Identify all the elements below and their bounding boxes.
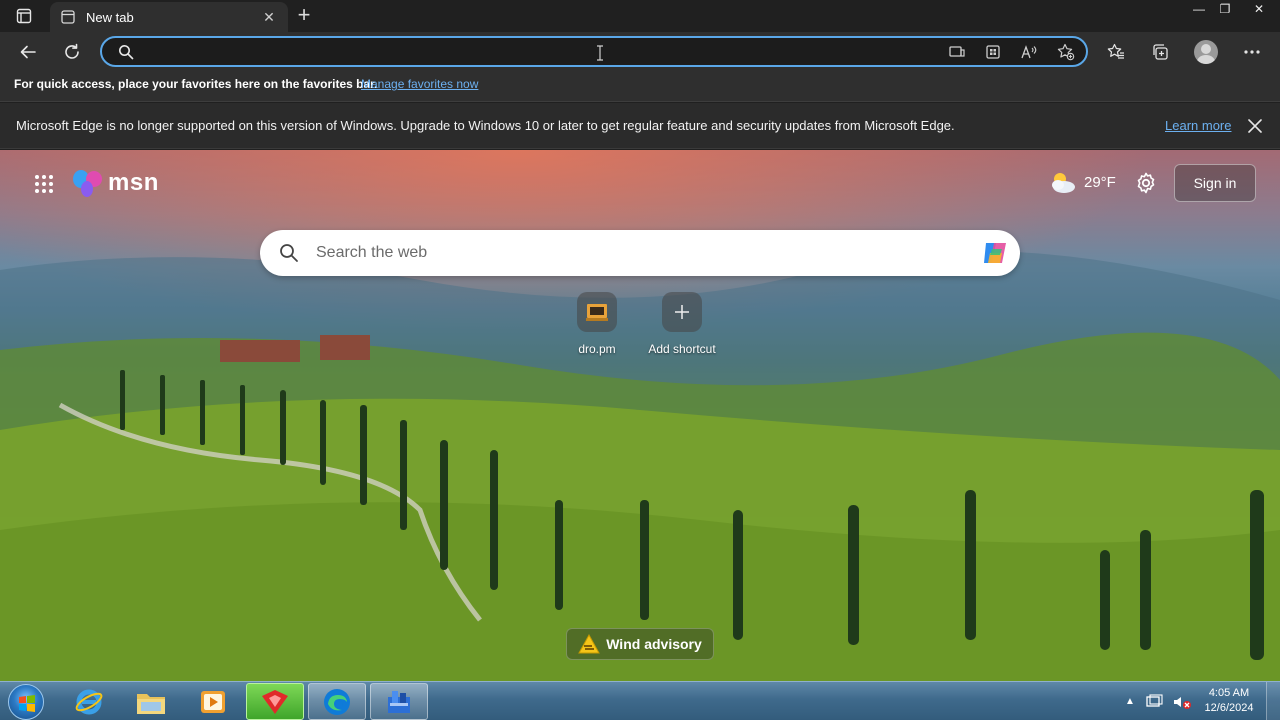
file-explorer-taskbar-button[interactable] [122, 683, 180, 720]
restore-button[interactable]: ❐ [1212, 0, 1238, 18]
address-input[interactable] [142, 42, 942, 62]
taskbar-clock[interactable]: 4:05 AM 12/6/2024 [1196, 686, 1262, 716]
minimize-button[interactable]: — [1186, 0, 1212, 18]
new-tab-favicon-icon [60, 9, 76, 25]
red-app-taskbar-button[interactable] [246, 683, 304, 720]
windows-logo-icon [19, 695, 35, 712]
shortcut-dro-pm[interactable]: dro.pm [552, 292, 642, 356]
refresh-icon [65, 43, 79, 59]
collections-button[interactable] [1146, 38, 1174, 66]
favorites-bar-message: For quick access, place your favorites h… [14, 77, 378, 91]
msn-apps-grid-icon[interactable] [34, 174, 54, 194]
start-button[interactable] [8, 684, 44, 720]
text-cursor-icon [597, 45, 603, 61]
page-settings-gear-icon[interactable] [1134, 171, 1158, 195]
unsupported-os-infobar: Microsoft Edge is no longer supported on… [0, 103, 1280, 149]
new-tab-button[interactable]: + [293, 4, 315, 27]
favorites-icon [1107, 43, 1124, 59]
favorites-bar: For quick access, place your favorites h… [0, 72, 1280, 102]
clock-date: 12/6/2024 [1204, 702, 1254, 714]
show-hidden-icons-button[interactable]: ▲ [1120, 696, 1140, 707]
copilot-icon[interactable] [980, 239, 1010, 267]
search-icon [118, 44, 134, 65]
weather-temperature: 29°F [1084, 173, 1116, 191]
media-player-icon [201, 690, 225, 713]
tab-actions-icon[interactable] [10, 6, 38, 26]
action-center-flag-icon[interactable] [1143, 693, 1165, 711]
collections-icon [1153, 44, 1168, 60]
address-bar[interactable] [100, 36, 1088, 67]
file-explorer-icon [137, 693, 165, 714]
wind-advisory-alert[interactable]: Wind advisory [566, 628, 714, 660]
shortcut-label: dro.pm [578, 342, 616, 356]
web-search-box[interactable]: Search the web [260, 230, 1020, 276]
blue-app-taskbar-button[interactable] [370, 683, 428, 720]
read-aloud-icon[interactable] [1020, 43, 1038, 61]
apps-icon[interactable] [984, 43, 1002, 61]
blue-app-icon [388, 690, 410, 713]
more-menu-icon [1244, 50, 1260, 54]
windows-taskbar: ▲ 4:05 AM 12/6/2024 [0, 681, 1280, 720]
edge-taskbar-button[interactable] [308, 683, 366, 720]
add-favorite-star-icon[interactable] [1057, 43, 1075, 61]
sign-in-button[interactable]: Sign in [1174, 164, 1256, 202]
new-tab-page: msn 29°F Sign in Search the web dro.pm A… [0, 150, 1280, 681]
learn-more-link[interactable]: Learn more [1165, 118, 1231, 133]
back-arrow-icon [20, 45, 36, 59]
profile-avatar[interactable] [1194, 40, 1218, 64]
warning-icon [578, 634, 601, 654]
title-bar: New tab ✕ + — ❐ ✕ [0, 0, 1280, 32]
tab-close-icon[interactable]: ✕ [260, 9, 278, 26]
system-tray: ▲ [1120, 682, 1196, 720]
msn-logo[interactable]: msn [72, 168, 159, 198]
internet-explorer-taskbar-button[interactable] [60, 683, 118, 720]
manage-favorites-link[interactable]: Manage favorites now [361, 77, 478, 91]
dro-pm-favicon-icon [577, 292, 617, 332]
search-icon [280, 244, 298, 262]
msn-logo-text: msn [108, 169, 159, 196]
weather-widget[interactable]: 29°F [1048, 170, 1116, 194]
search-placeholder: Search the web [316, 244, 428, 261]
volume-muted-icon[interactable] [1171, 693, 1193, 711]
tab-new-tab[interactable]: New tab ✕ [50, 2, 288, 32]
clock-time: 4:05 AM [1208, 687, 1250, 699]
internet-explorer-icon [75, 689, 103, 714]
close-window-button[interactable]: ✕ [1238, 0, 1280, 18]
window-controls: — ❐ ✕ [1186, 0, 1280, 18]
partly-cloudy-icon [1052, 173, 1075, 193]
show-desktop-button[interactable] [1266, 682, 1280, 720]
more-menu-button[interactable] [1238, 38, 1266, 66]
browser-toolbar [0, 32, 1280, 72]
back-button[interactable] [14, 38, 42, 66]
msn-butterfly-icon [73, 170, 102, 197]
add-shortcut-plus-icon [662, 292, 702, 332]
favorites-button[interactable] [1102, 38, 1130, 66]
refresh-button[interactable] [58, 38, 86, 66]
red-app-icon [262, 689, 288, 714]
immersive-reader-icon[interactable] [948, 43, 966, 61]
infobar-message: Microsoft Edge is no longer supported on… [16, 118, 955, 133]
add-shortcut-button[interactable]: Add shortcut [637, 292, 727, 356]
infobar-close-icon[interactable] [1246, 117, 1264, 135]
advisory-text: Wind advisory [606, 636, 702, 652]
media-player-taskbar-button[interactable] [184, 683, 242, 720]
edge-icon [324, 688, 350, 715]
tab-title: New tab [86, 9, 134, 25]
shortcut-label: Add shortcut [648, 342, 716, 356]
